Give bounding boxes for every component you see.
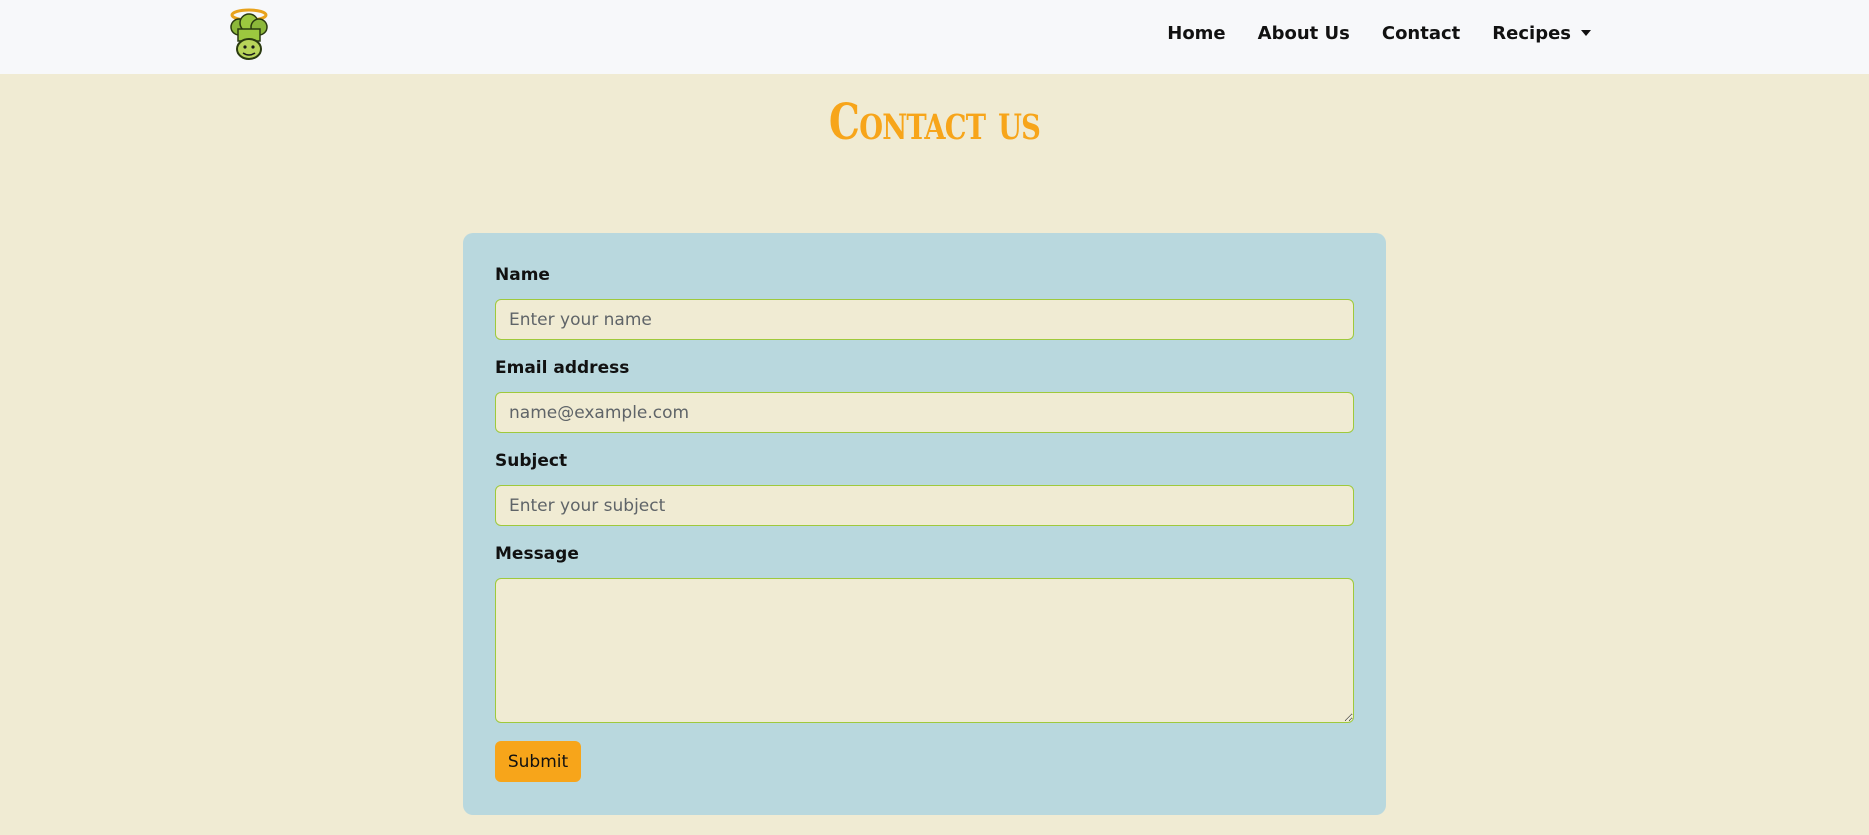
nav-link-home[interactable]: Home [1151, 23, 1241, 44]
contact-form: Name Email address Subject Message Submi… [463, 233, 1386, 815]
message-label: Message [495, 544, 579, 564]
name-input[interactable] [495, 299, 1354, 340]
name-label: Name [495, 265, 550, 285]
caret-down-icon [1581, 30, 1591, 36]
message-textarea[interactable] [495, 578, 1354, 723]
email-label: Email address [495, 358, 630, 378]
nav-link-contact[interactable]: Contact [1366, 23, 1476, 44]
nav-dropdown-recipes[interactable]: Recipes [1476, 23, 1607, 44]
subject-input[interactable] [495, 485, 1354, 526]
nav-link-about-label: About Us [1257, 22, 1350, 44]
chef-logo-icon[interactable] [226, 7, 272, 61]
submit-button[interactable]: Submit [495, 741, 581, 782]
page-title: Contact us [828, 92, 1041, 151]
navbar: Home About Us Contact Recipes [0, 0, 1869, 74]
nav-links: Home About Us Contact Recipes [1151, 0, 1607, 66]
nav-link-home-label: Home [1167, 22, 1226, 44]
nav-dropdown-recipes-label: Recipes [1492, 22, 1571, 44]
nav-link-about[interactable]: About Us [1242, 23, 1366, 44]
email-input[interactable] [495, 392, 1354, 433]
nav-link-contact-label: Contact [1381, 22, 1461, 44]
subject-label: Subject [495, 451, 568, 471]
